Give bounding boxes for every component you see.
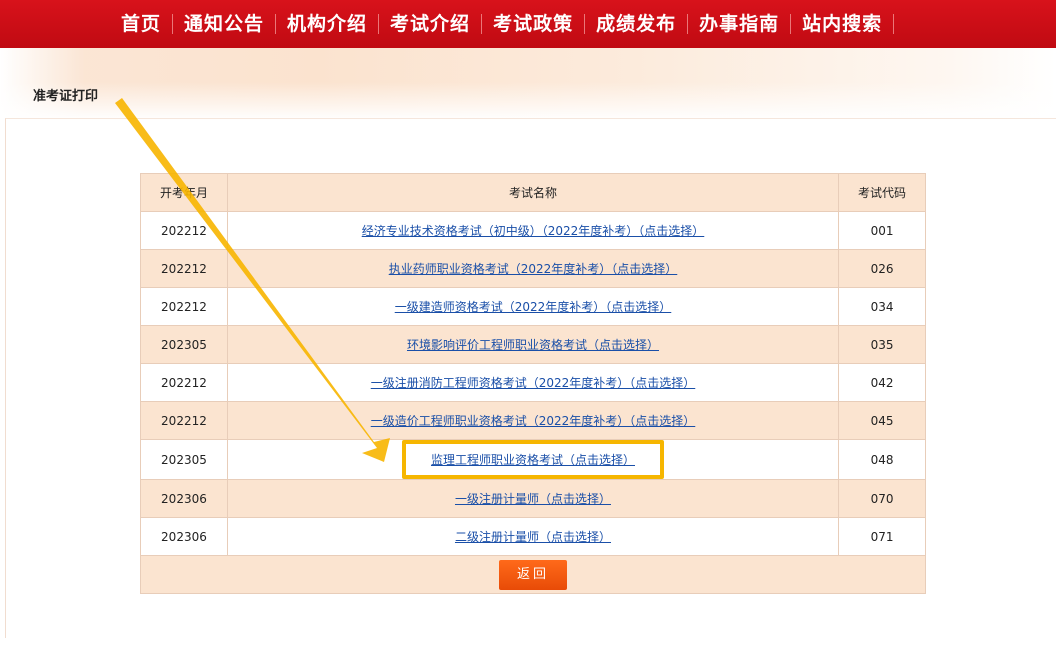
page-title: 准考证打印 — [33, 89, 99, 104]
header-exam-name: 考试名称 — [226, 173, 840, 212]
nav-item-home[interactable]: 首页 — [110, 0, 172, 48]
exam-link[interactable]: 一级注册计量师（点击选择） — [455, 492, 611, 506]
table-row: 202305 环境影响评价工程师职业资格考试（点击选择） 035 — [140, 325, 926, 364]
nav-separator — [481, 14, 483, 34]
table-footer-row: 返回 — [140, 555, 926, 594]
table-row: 202212 一级注册消防工程师资格考试（2022年度补考）（点击选择） 042 — [140, 363, 926, 402]
exam-date-cell: 202305 — [140, 325, 228, 364]
nav-item-search[interactable]: 站内搜索 — [791, 0, 893, 48]
footer-cell: 返回 — [140, 555, 926, 594]
exam-name-cell: 一级造价工程师职业资格考试（2022年度补考）（点击选择） — [226, 401, 840, 440]
nav-separator — [172, 14, 174, 34]
exam-link[interactable]: 经济专业技术资格考试（初中级）（2022年度补考）（点击选择） — [362, 224, 705, 238]
highlight-box: 监理工程师职业资格考试（点击选择） — [401, 440, 664, 479]
exam-date-cell: 202212 — [140, 249, 228, 288]
exam-link-supervision-engineer[interactable]: 监理工程师职业资格考试（点击选择） — [431, 453, 635, 467]
nav-separator — [584, 14, 586, 34]
table-row: 202306 一级注册计量师（点击选择） 070 — [140, 479, 926, 518]
table-row: 202212 一级建造师资格考试（2022年度补考）（点击选择） 034 — [140, 287, 926, 326]
exam-name-cell: 监理工程师职业资格考试（点击选择） — [226, 439, 840, 480]
exam-code-cell: 045 — [838, 401, 926, 440]
nav-item-exam-intro[interactable]: 考试介绍 — [379, 0, 481, 48]
nav-item-guide[interactable]: 办事指南 — [688, 0, 790, 48]
exam-code-cell: 034 — [838, 287, 926, 326]
exam-table: 开考年月 考试名称 考试代码 202212 经济专业技术资格考试（初中级）（20… — [140, 173, 926, 594]
exam-name-cell: 经济专业技术资格考试（初中级）（2022年度补考）（点击选择） — [226, 211, 840, 250]
header-exam-date: 开考年月 — [140, 173, 228, 212]
exam-date-cell: 202212 — [140, 363, 228, 402]
exam-date-cell: 202306 — [140, 517, 228, 556]
exam-link[interactable]: 二级注册计量师（点击选择） — [455, 530, 611, 544]
exam-link[interactable]: 执业药师职业资格考试（2022年度补考）（点击选择） — [389, 262, 678, 276]
exam-name-cell: 一级注册计量师（点击选择） — [226, 479, 840, 518]
nav-item-exam-policy[interactable]: 考试政策 — [482, 0, 584, 48]
exam-date-cell: 202212 — [140, 287, 228, 326]
exam-name-cell: 一级建造师资格考试（2022年度补考）（点击选择） — [226, 287, 840, 326]
exam-date-cell: 202305 — [140, 439, 228, 480]
exam-name-cell: 执业药师职业资格考试（2022年度补考）（点击选择） — [226, 249, 840, 288]
exam-link[interactable]: 一级造价工程师职业资格考试（2022年度补考）（点击选择） — [371, 414, 696, 428]
exam-date-cell: 202306 — [140, 479, 228, 518]
table-row: 202212 一级造价工程师职业资格考试（2022年度补考）（点击选择） 045 — [140, 401, 926, 440]
exam-name-cell: 二级注册计量师（点击选择） — [226, 517, 840, 556]
nav-item-scores[interactable]: 成绩发布 — [585, 0, 687, 48]
nav-separator — [378, 14, 380, 34]
top-nav-bar: 首页 通知公告 机构介绍 考试介绍 考试政策 成绩发布 办事指南 站内搜索 — [0, 0, 1056, 48]
exam-code-cell: 042 — [838, 363, 926, 402]
back-button[interactable]: 返回 — [499, 559, 567, 590]
exam-code-cell: 071 — [838, 517, 926, 556]
nav-separator — [687, 14, 689, 34]
exam-date-cell: 202212 — [140, 211, 228, 250]
table-row: 202306 二级注册计量师（点击选择） 071 — [140, 517, 926, 556]
exam-link[interactable]: 一级注册消防工程师资格考试（2022年度补考）（点击选择） — [371, 376, 696, 390]
exam-link[interactable]: 一级建造师资格考试（2022年度补考）（点击选择） — [395, 300, 672, 314]
header-exam-code: 考试代码 — [838, 173, 926, 212]
exam-link[interactable]: 环境影响评价工程师职业资格考试（点击选择） — [407, 338, 659, 352]
nav-item-notices[interactable]: 通知公告 — [173, 0, 275, 48]
title-band — [0, 48, 1056, 120]
nav-separator — [893, 14, 895, 34]
exam-name-cell: 环境影响评价工程师职业资格考试（点击选择） — [226, 325, 840, 364]
exam-name-cell: 一级注册消防工程师资格考试（2022年度补考）（点击选择） — [226, 363, 840, 402]
exam-code-cell: 048 — [838, 439, 926, 480]
table-row: 202212 经济专业技术资格考试（初中级）（2022年度补考）（点击选择） 0… — [140, 211, 926, 250]
nav-separator — [275, 14, 277, 34]
table-row: 202212 执业药师职业资格考试（2022年度补考）（点击选择） 026 — [140, 249, 926, 288]
table-row-highlighted: 202305 监理工程师职业资格考试（点击选择） 048 — [140, 439, 926, 480]
nav-item-about[interactable]: 机构介绍 — [276, 0, 378, 48]
exam-code-cell: 001 — [838, 211, 926, 250]
exam-date-cell: 202212 — [140, 401, 228, 440]
nav-separator — [790, 14, 792, 34]
exam-code-cell: 035 — [838, 325, 926, 364]
exam-code-cell: 026 — [838, 249, 926, 288]
exam-code-cell: 070 — [838, 479, 926, 518]
top-nav-items: 首页 通知公告 机构介绍 考试介绍 考试政策 成绩发布 办事指南 站内搜索 — [110, 0, 895, 48]
table-header-row: 开考年月 考试名称 考试代码 — [140, 173, 926, 212]
